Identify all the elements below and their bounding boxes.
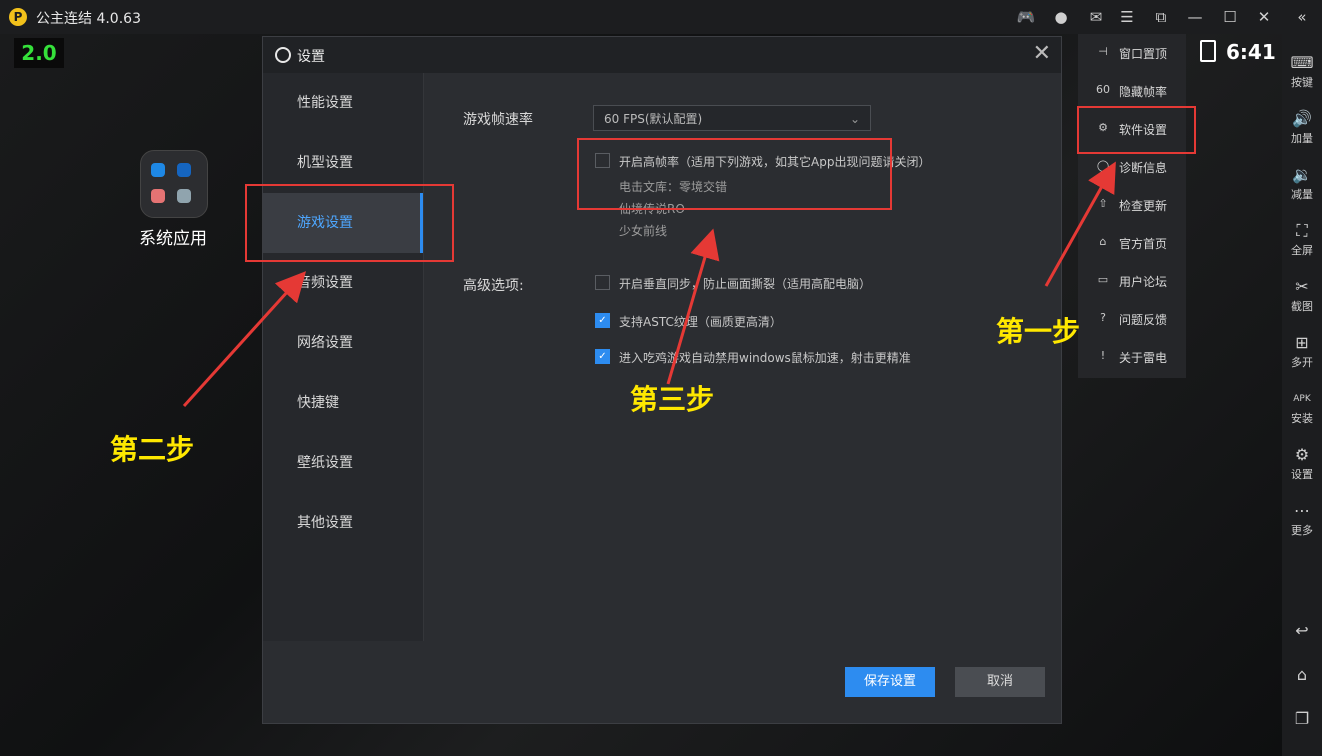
annotation-step2: 第二步 [110,433,195,466]
annotation-step1: 第一步 [996,315,1081,348]
arrow-step1 [1044,161,1116,287]
arrow-step2 [182,271,307,408]
arrow-step3 [666,228,720,385]
annotation-step3: 第三步 [630,383,715,416]
